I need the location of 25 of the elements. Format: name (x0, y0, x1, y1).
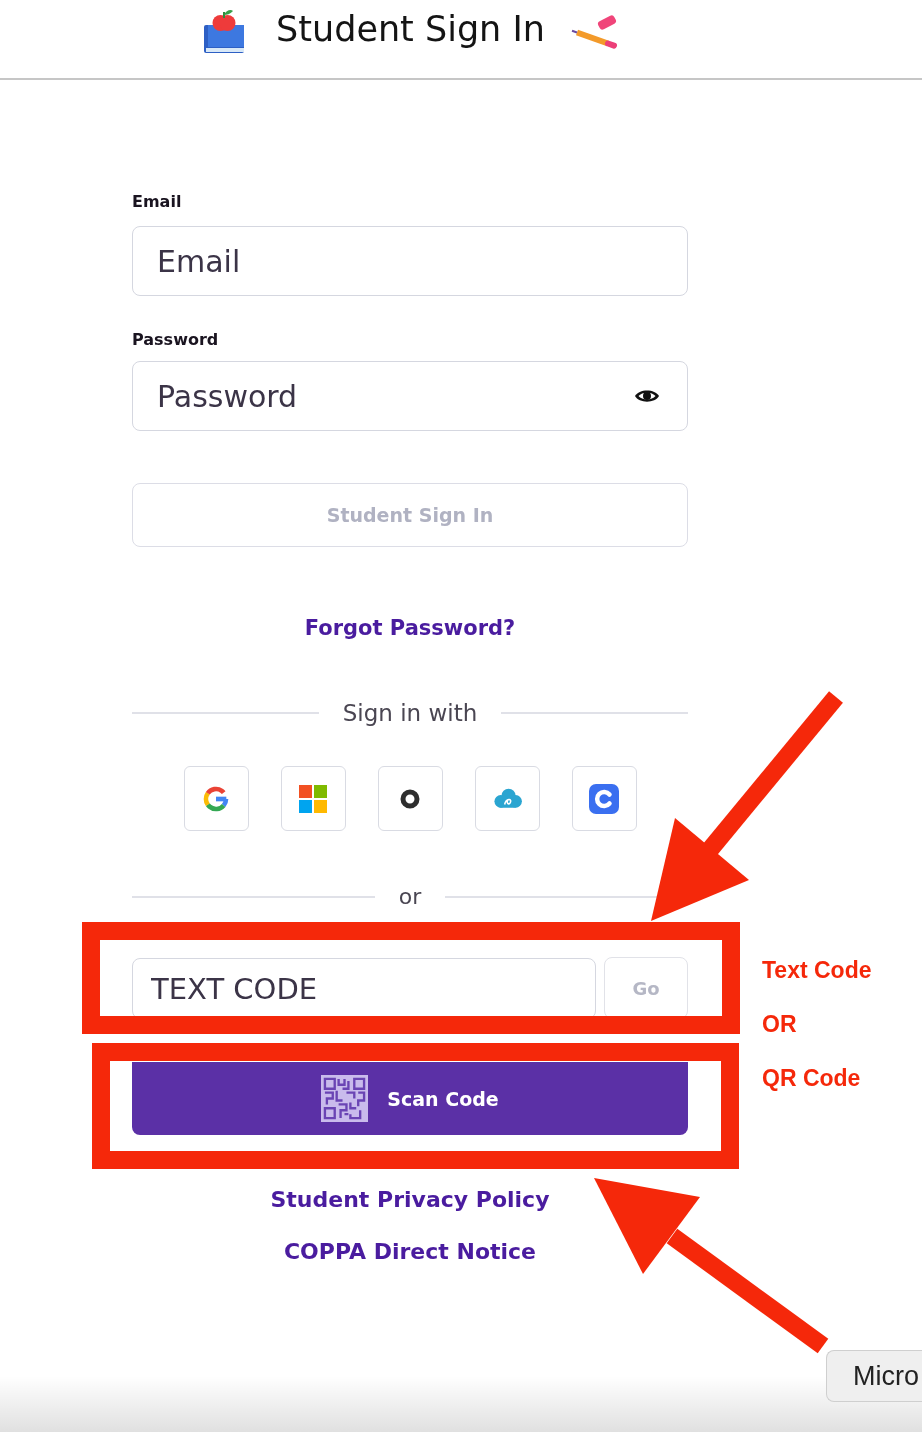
eye-icon[interactable] (634, 387, 660, 405)
forgot-password-link[interactable]: Forgot Password? (304, 613, 516, 643)
four-squares-icon (299, 784, 327, 813)
sign-in-option-button[interactable] (377, 766, 443, 831)
password-label: Password (132, 330, 219, 350)
annotation-label: QR Code (762, 1064, 861, 1092)
scan-code-button[interactable]: Scan Code (132, 1062, 688, 1135)
email-field[interactable]: Email (132, 226, 688, 296)
code-field[interactable]: TEXT CODE (132, 958, 596, 1019)
annotation-label: OR (762, 1010, 797, 1038)
privacy-policy-link[interactable]: Student Privacy Policy (270, 1185, 550, 1215)
book-apple-icon (202, 9, 247, 55)
annotation-label: Text Code (762, 956, 872, 984)
notice-link[interactable]: COPPA Direct Notice (283, 1237, 537, 1267)
email-label: Email (132, 192, 182, 212)
cloud-icon (491, 787, 523, 810)
ring-icon (400, 788, 420, 809)
letter-c-tile-icon (589, 783, 619, 814)
qr-code-icon (321, 1075, 369, 1122)
page-title: Student Sign In (276, 9, 545, 49)
password-field[interactable]: Password (132, 361, 688, 431)
corner-button[interactable]: Micro (826, 1350, 922, 1402)
pencil-eraser-icon (569, 14, 618, 50)
divider-label: or (398, 883, 422, 911)
divider-label: Sign in with (342, 699, 478, 728)
